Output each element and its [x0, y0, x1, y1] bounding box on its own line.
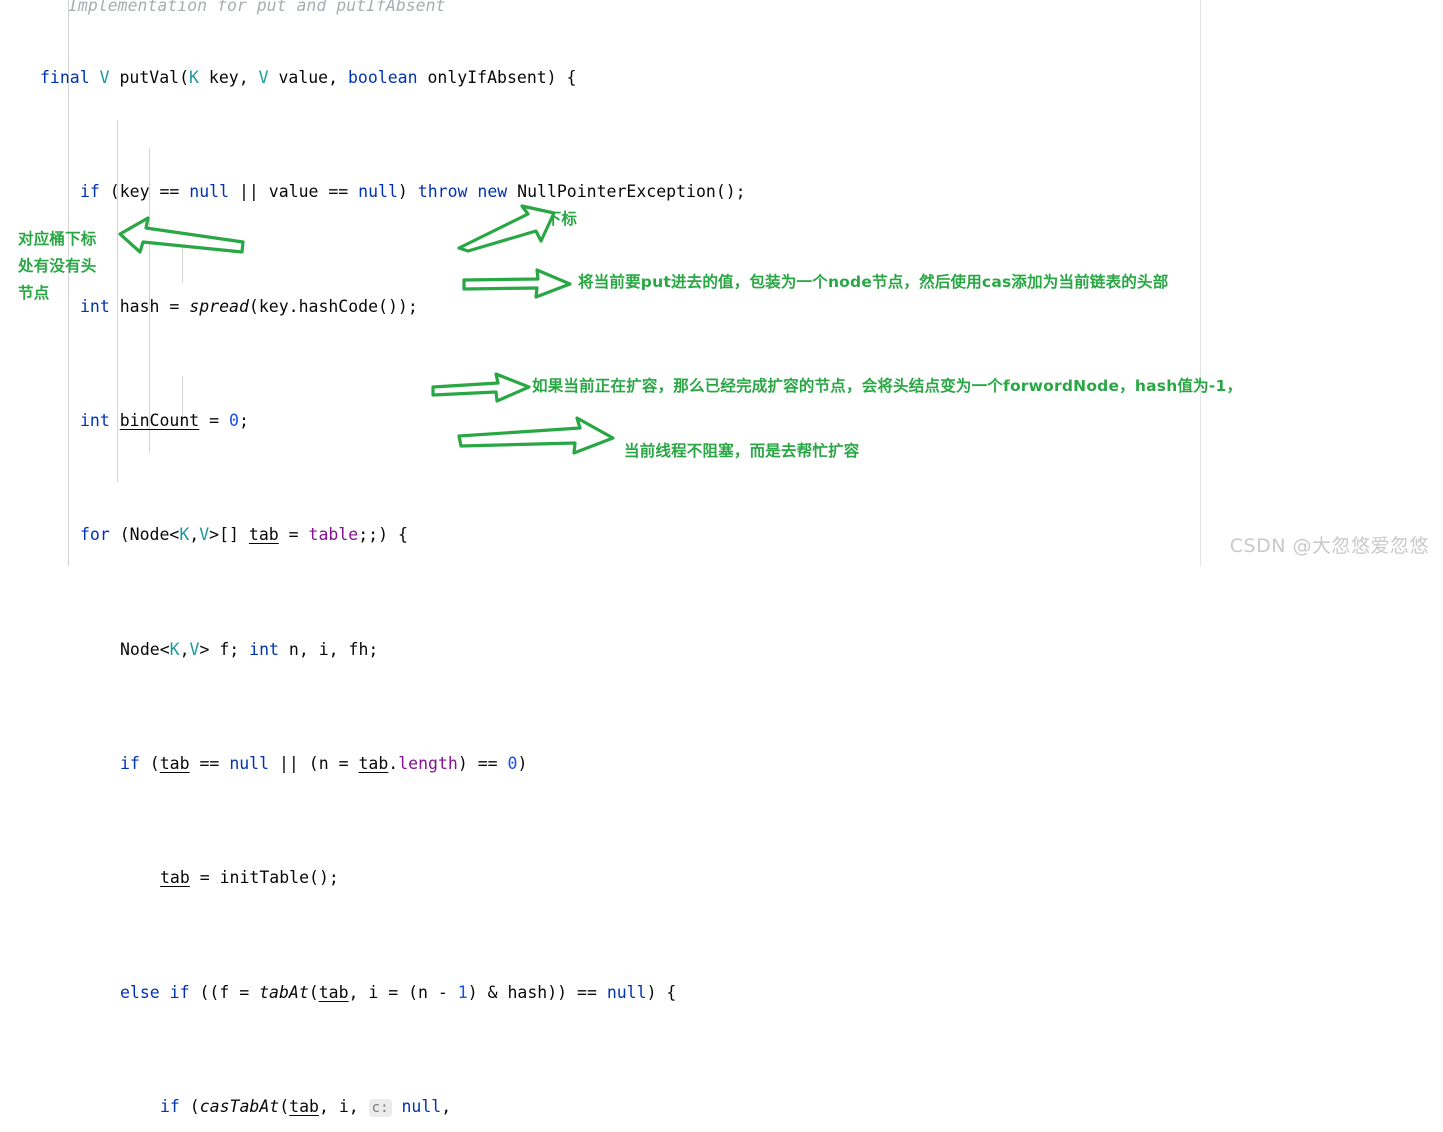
code-line-9[interactable]: else if ((f = tabAt(tab, i = (n - 1) & h…	[0, 979, 1443, 1008]
param-hint-c: c:	[368, 1099, 392, 1118]
code-text[interactable]: final V putVal(K key, V value, boolean o…	[0, 0, 1443, 1132]
code-line-3[interactable]: int hash = spread(key.hashCode());	[0, 293, 1443, 322]
csdn-watermark: CSDN @大忽悠爱忽悠	[1229, 535, 1429, 557]
code-line-7[interactable]: if (tab == null || (n = tab.length) == 0…	[0, 750, 1443, 779]
code-line-8[interactable]: tab = initTable();	[0, 864, 1443, 893]
code-line-6[interactable]: Node<K,V> f; int n, i, fh;	[0, 636, 1443, 665]
code-line-5[interactable]: for (Node<K,V>[] tab = table;;) {	[0, 521, 1443, 550]
code-line-10[interactable]: if (casTabAt(tab, i, c: null,	[0, 1093, 1443, 1122]
code-line-2[interactable]: if (key == null || value == null) throw …	[0, 178, 1443, 207]
code-line-1[interactable]: final V putVal(K key, V value, boolean o…	[0, 64, 1443, 93]
code-editor[interactable]: Implementation for put and putIfAbsent f…	[0, 0, 1443, 1118]
code-line-4[interactable]: int binCount = 0;	[0, 407, 1443, 436]
